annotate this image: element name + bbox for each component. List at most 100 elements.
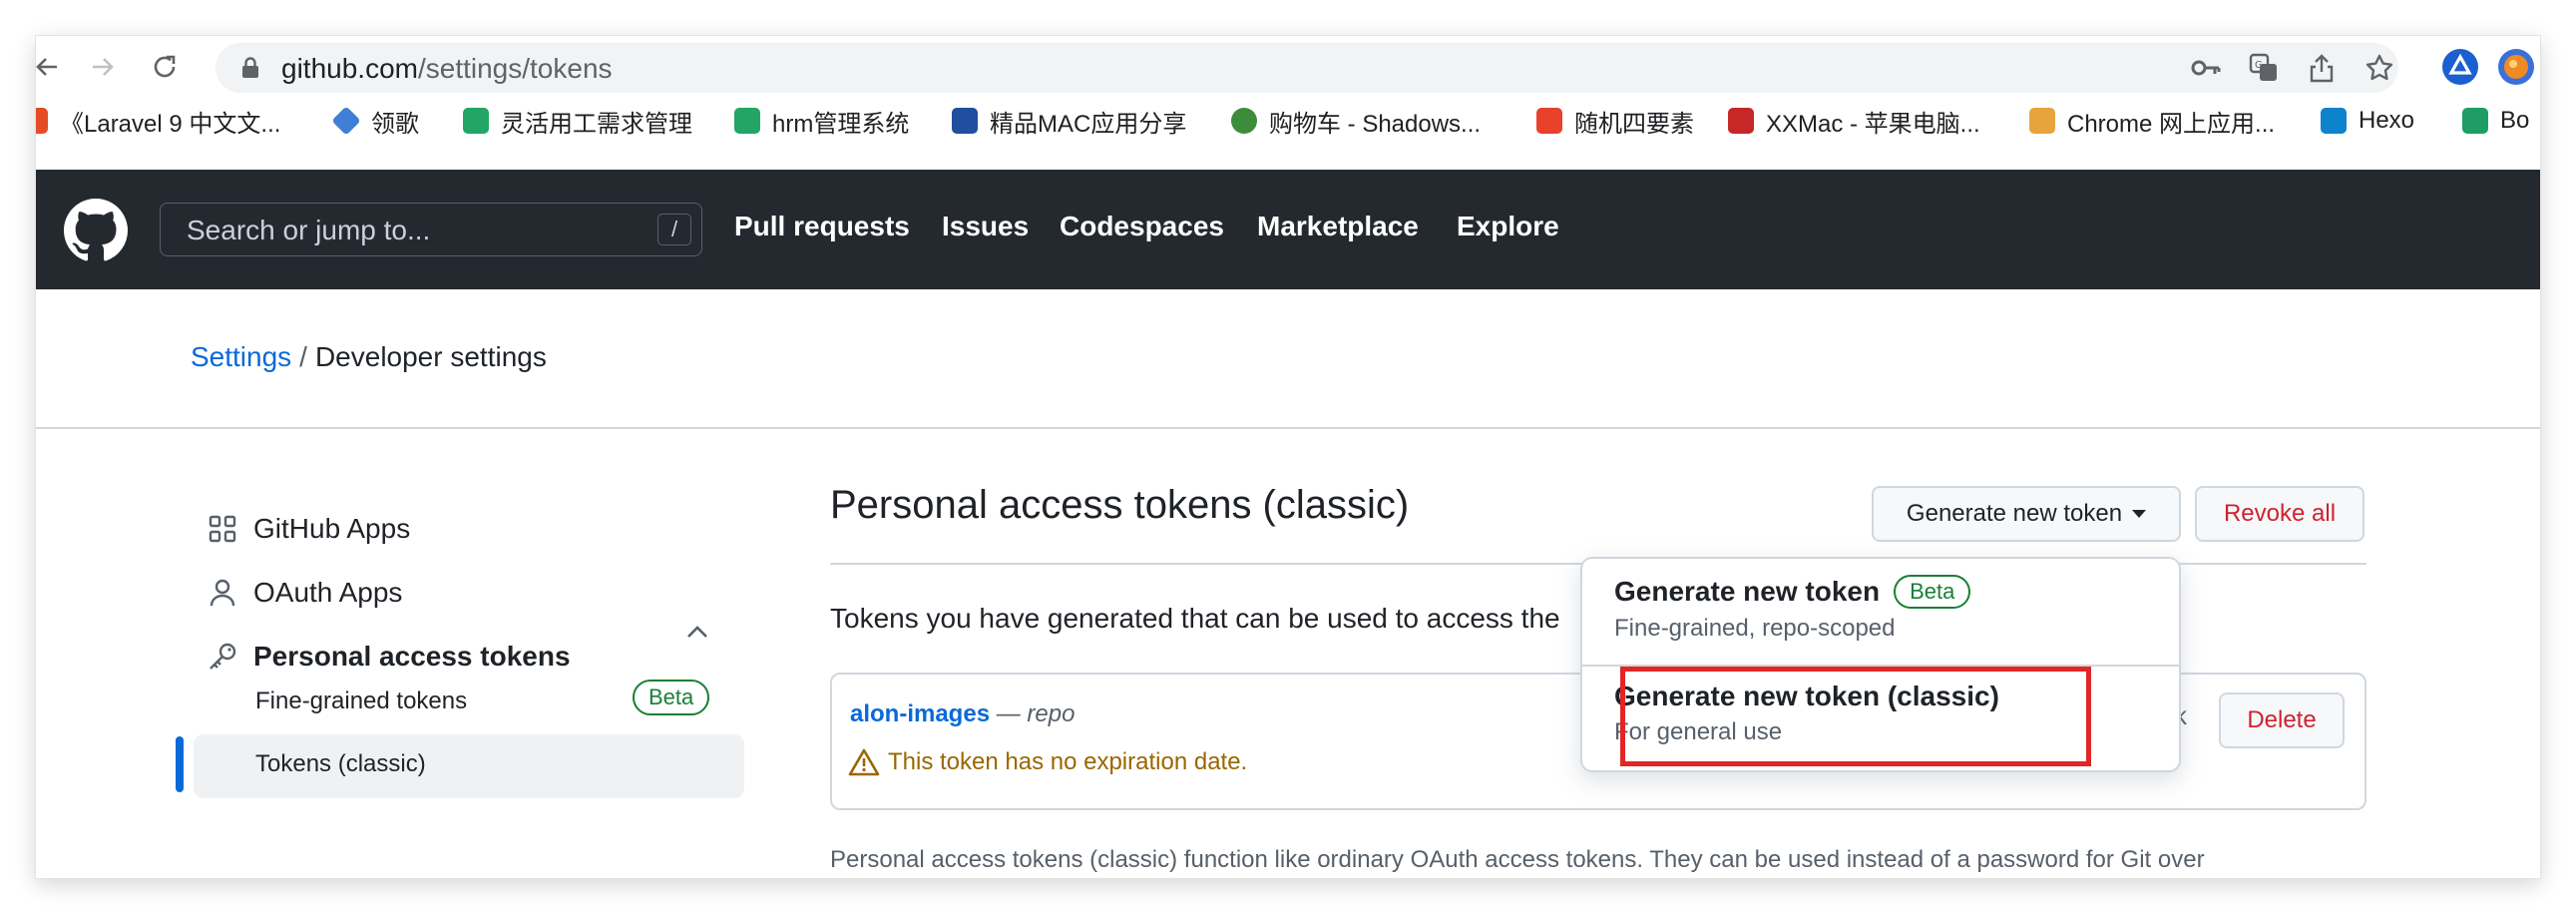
delete-button-label: Delete bbox=[2247, 706, 2317, 733]
delete-token-button[interactable]: Delete bbox=[2219, 692, 2345, 748]
menu-item-description: Fine-grained, repo-scoped bbox=[1614, 615, 1896, 642]
forward-icon[interactable] bbox=[86, 50, 120, 84]
description-text: Personal access tokens (classic) functio… bbox=[830, 846, 2205, 873]
sheet-icon bbox=[734, 108, 760, 134]
sidebar-item-github-apps[interactable]: GitHub Apps bbox=[206, 507, 410, 551]
apps-grid-icon bbox=[206, 512, 239, 546]
bookmark-chrome-store[interactable]: Chrome 网上应用... bbox=[2029, 104, 2275, 138]
laravel-icon bbox=[36, 108, 48, 134]
sidebar-item-oauth-apps[interactable]: OAuth Apps bbox=[206, 571, 402, 615]
profile-avatar-icon[interactable] bbox=[2498, 49, 2534, 85]
bookmarks-bar: 《Laravel 9 中文文... 领歌 灵活用工需求管理 hrm管理系统 精品… bbox=[36, 98, 2540, 144]
xx-logo-icon bbox=[1728, 108, 1754, 134]
diamond-icon bbox=[331, 106, 361, 136]
translate-icon[interactable]: G bbox=[2249, 53, 2279, 83]
nav-marketplace[interactable]: Marketplace bbox=[1257, 211, 1419, 242]
bookmark-random[interactable]: 随机四要素 bbox=[1536, 104, 1694, 138]
address-bar[interactable]: github.com/settings/tokens G bbox=[215, 43, 2398, 93]
divider bbox=[36, 427, 2540, 429]
person-icon bbox=[206, 576, 239, 610]
breadcrumb-separator: / bbox=[299, 341, 307, 372]
alert-icon bbox=[848, 748, 880, 776]
token-dash: — bbox=[996, 700, 1021, 727]
bookmark-bo[interactable]: Bo bbox=[2462, 104, 2529, 138]
nav-issues[interactable]: Issues bbox=[942, 211, 1029, 242]
url-text: github.com/settings/tokens bbox=[281, 53, 613, 85]
revoke-button-label: Revoke all bbox=[2223, 500, 2337, 527]
token-name-link[interactable]: alon-images bbox=[850, 700, 990, 727]
breadcrumb: Settings / Developer settings bbox=[191, 341, 547, 373]
caret-down-icon bbox=[2132, 510, 2147, 518]
bookmark-label: Bo bbox=[2500, 107, 2530, 134]
extension-icon[interactable] bbox=[2442, 49, 2478, 85]
revoke-all-button[interactable]: Revoke all bbox=[2195, 486, 2364, 542]
sidebar-item-label: OAuth Apps bbox=[253, 577, 403, 608]
menu-item-title: Generate new token bbox=[1614, 576, 1881, 607]
bookmark-hrm[interactable]: hrm管理系统 bbox=[734, 104, 909, 138]
bookmark-hexo[interactable]: Hexo bbox=[2321, 104, 2414, 138]
bookmark-label: 《Laravel 9 中文文... bbox=[60, 110, 281, 138]
share-icon[interactable] bbox=[2307, 53, 2337, 83]
back-icon[interactable] bbox=[36, 50, 64, 84]
browser-toolbar: github.com/settings/tokens G bbox=[36, 36, 2540, 98]
code-icon bbox=[2462, 108, 2488, 134]
bookmark-label: hrm管理系统 bbox=[772, 110, 910, 138]
svg-text:G: G bbox=[2255, 60, 2263, 71]
x-logo-icon bbox=[952, 108, 978, 134]
bookmark-lingge[interactable]: 领歌 bbox=[331, 104, 419, 138]
github-logo-icon[interactable] bbox=[64, 199, 128, 262]
bookmark-linghuo[interactable]: 灵活用工需求管理 bbox=[463, 104, 692, 138]
key-icon[interactable] bbox=[2191, 53, 2221, 83]
bookmark-shadows[interactable]: 购物车 - Shadows... bbox=[1231, 104, 1481, 138]
beta-badge: Beta bbox=[1894, 575, 1971, 609]
generate-new-token-button[interactable]: Generate new token bbox=[1872, 486, 2181, 542]
bookmark-star-icon[interactable] bbox=[2364, 53, 2394, 83]
sidebar-item-label: GitHub Apps bbox=[253, 513, 411, 544]
bookmark-mac-apps[interactable]: 精品MAC应用分享 bbox=[952, 104, 1186, 138]
fries-icon bbox=[1536, 108, 1562, 134]
token-warning: This token has no expiration date. bbox=[848, 748, 1247, 776]
sidebar-item-label: Personal access tokens bbox=[253, 641, 571, 672]
hexo-icon bbox=[2321, 108, 2347, 134]
bookmark-label: Hexo bbox=[2359, 107, 2415, 134]
browser-window: github.com/settings/tokens G 《Laravel 9 … bbox=[36, 36, 2540, 878]
search-placeholder: Search or jump to... bbox=[187, 215, 431, 245]
page-title: Personal access tokens (classic) bbox=[830, 483, 1410, 527]
bookmark-xxmac[interactable]: XXMac - 苹果电脑... bbox=[1728, 104, 1980, 138]
nav-pull-requests[interactable]: Pull requests bbox=[734, 211, 910, 242]
intro-text: Tokens you have generated that can be us… bbox=[830, 603, 1560, 634]
search-shortcut-key: / bbox=[657, 214, 691, 245]
menu-item-generate-fine-grained[interactable]: Generate new token Beta Fine-grained, re… bbox=[1582, 575, 2179, 643]
sidebar-item-fine-grained-tokens[interactable]: Fine-grained tokens bbox=[255, 687, 467, 715]
paper-plane-icon bbox=[1231, 108, 1257, 134]
highlight-box bbox=[1620, 667, 2091, 766]
breadcrumb-current: Developer settings bbox=[314, 341, 547, 372]
generate-button-label: Generate new token bbox=[1906, 500, 2123, 527]
github-header: Search or jump to... / Pull requests Iss… bbox=[36, 170, 2540, 289]
search-input[interactable]: Search or jump to... / bbox=[160, 203, 702, 256]
nav-codespaces[interactable]: Codespaces bbox=[1060, 211, 1224, 242]
bookmark-label: 随机四要素 bbox=[1574, 110, 1694, 138]
nav-explore[interactable]: Explore bbox=[1457, 211, 1559, 242]
beta-badge: Beta bbox=[633, 680, 710, 715]
lock-icon bbox=[241, 57, 259, 84]
bookmark-label: 领歌 bbox=[371, 110, 419, 138]
token-header: alon-images — repo bbox=[850, 700, 1074, 728]
sheet-icon bbox=[463, 108, 489, 134]
reload-icon[interactable] bbox=[148, 50, 182, 84]
chevron-up-icon[interactable] bbox=[686, 625, 708, 644]
breadcrumb-settings-link[interactable]: Settings bbox=[191, 341, 291, 372]
sidebar-item-tokens-classic-label: Tokens (classic) bbox=[255, 750, 426, 777]
bookmark-label: 购物车 - Shadows... bbox=[1269, 110, 1482, 138]
token-scope: repo bbox=[1027, 700, 1075, 727]
bookmark-laravel[interactable]: 《Laravel 9 中文文... bbox=[36, 104, 280, 138]
bookmark-label: 精品MAC应用分享 bbox=[990, 110, 1187, 138]
chrome-store-icon bbox=[2029, 108, 2055, 134]
bookmark-label: Chrome 网上应用... bbox=[2067, 110, 2276, 138]
key-icon bbox=[206, 640, 239, 674]
url-path: /settings/tokens bbox=[417, 53, 613, 84]
sidebar-item-personal-access-tokens[interactable]: Personal access tokens bbox=[206, 635, 571, 679]
bookmark-label: XXMac - 苹果电脑... bbox=[1766, 110, 1980, 138]
active-indicator bbox=[176, 736, 184, 792]
bookmark-label: 灵活用工需求管理 bbox=[501, 110, 692, 138]
